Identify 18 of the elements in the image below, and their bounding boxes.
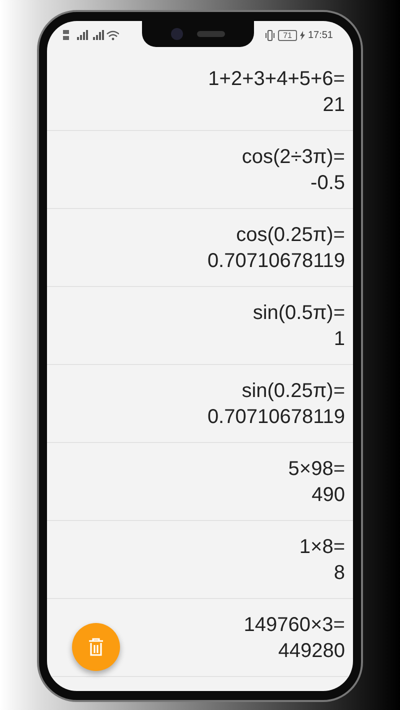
status-time: 17:51: [308, 30, 333, 40]
expression-text: sin(0.25π)=: [242, 378, 345, 404]
result-text: 0.70710678119: [207, 248, 345, 274]
expression-text: 5×98=: [288, 456, 345, 482]
expression-text: sin(0.5π)=: [252, 300, 345, 326]
battery-indicator: 71: [278, 30, 297, 40]
result-text: 8: [334, 560, 345, 586]
expression-text: 1×8=: [299, 534, 345, 560]
expression-text: 1+2+3+4+5+6=: [208, 66, 345, 92]
expression-text: 149760×3=: [244, 612, 345, 638]
result-text: 21: [322, 92, 345, 118]
result-text: 449280: [278, 638, 345, 664]
result-text: 490: [312, 482, 345, 508]
expression-text: cos(0.25π)=: [236, 222, 345, 248]
expression-text: cos(2÷3π)=: [242, 144, 345, 170]
result-text: -0.5: [310, 170, 345, 196]
result-text: 0.70710678119: [207, 404, 345, 430]
result-text: 1: [334, 326, 345, 352]
